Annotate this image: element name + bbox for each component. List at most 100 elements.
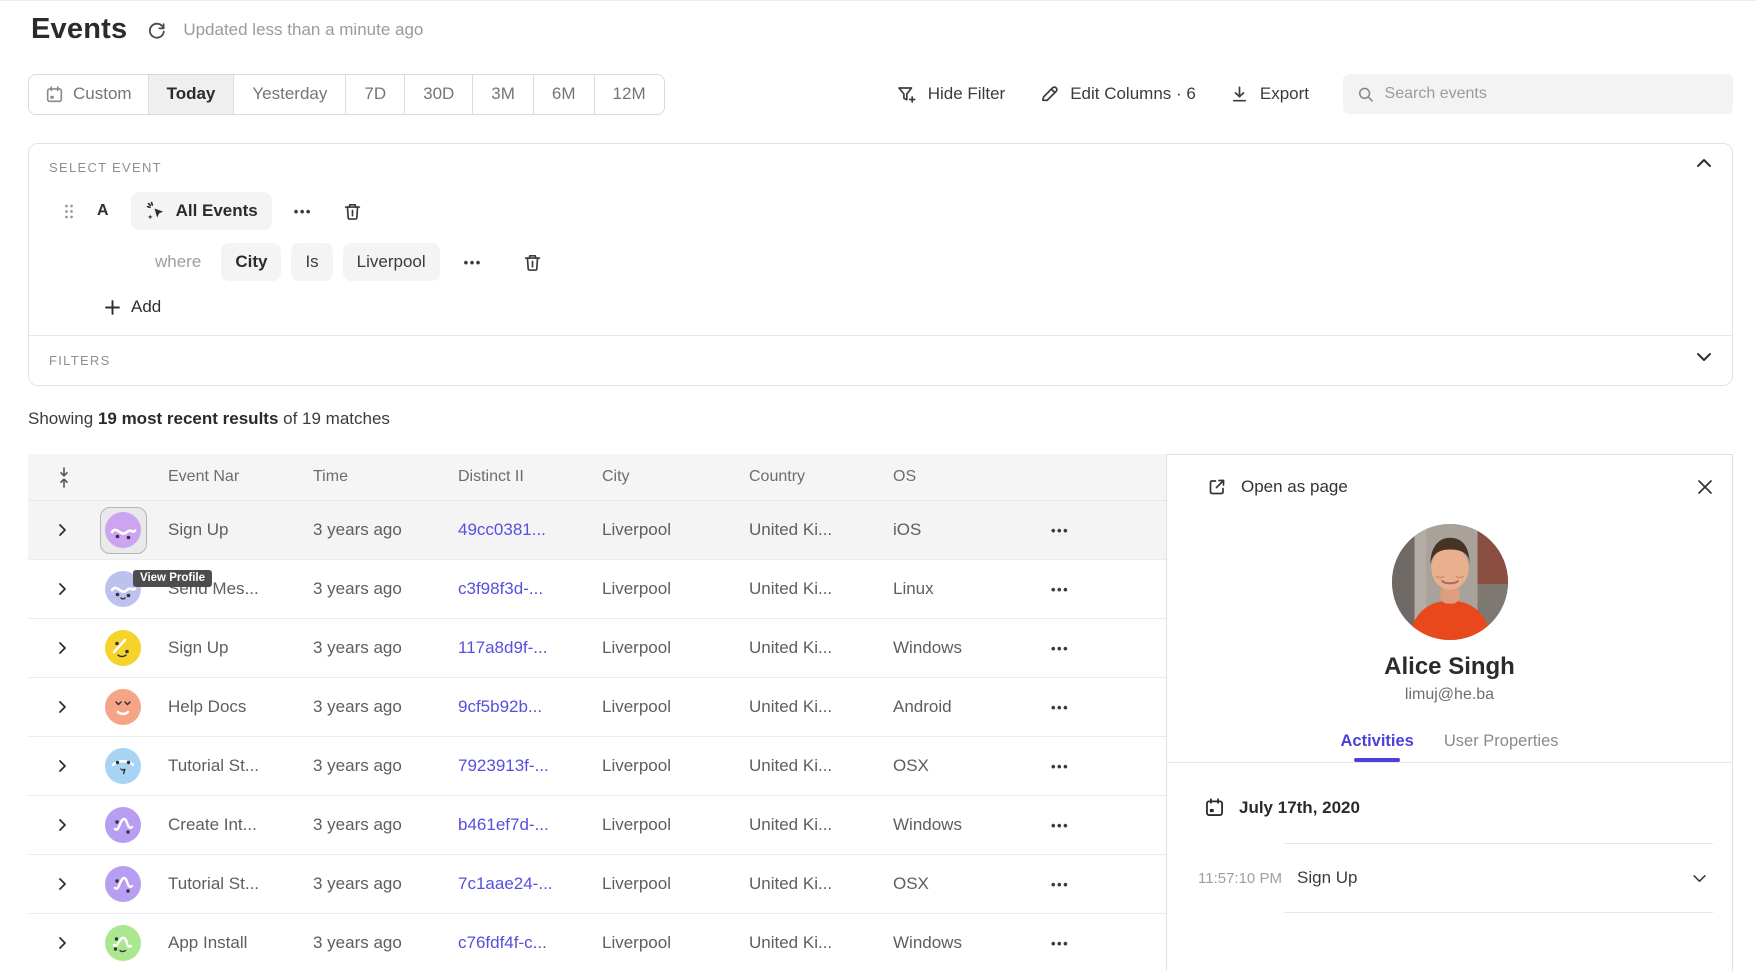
- view-profile-tooltip: View Profile: [133, 570, 212, 587]
- header-time[interactable]: Time: [299, 468, 444, 486]
- user-avatar[interactable]: [105, 748, 141, 784]
- select-event-section: SELECT EVENT A: [29, 144, 1732, 317]
- profile-panel: Open as page: [1166, 454, 1733, 971]
- activity-date-row: July 17th, 2020: [1204, 797, 1732, 818]
- filters-section[interactable]: FILTERS: [29, 335, 1732, 385]
- collapse-section-button[interactable]: [1696, 158, 1712, 168]
- event-name-cell: Tutorial St...: [154, 874, 299, 894]
- filter-icon: [896, 84, 917, 105]
- tab-activities[interactable]: Activities: [1341, 732, 1414, 762]
- distinct-id-link[interactable]: c76fdf4f-c...: [444, 933, 588, 953]
- pencil-icon: [1039, 84, 1059, 104]
- city-cell: Liverpool: [588, 697, 735, 717]
- activity-event-expander[interactable]: Sign Up: [1284, 843, 1713, 913]
- distinct-id-link[interactable]: 7c1aae24-...: [444, 874, 588, 894]
- event-clause-row: A All Events •••: [63, 192, 1712, 230]
- filters-label: FILTERS: [49, 353, 111, 368]
- event-name-cell: Sign Up: [154, 520, 299, 540]
- header-distinct-id[interactable]: Distinct II: [444, 468, 588, 486]
- event-selector-label: All Events: [176, 201, 258, 221]
- panel-tabs: Activities User Properties: [1167, 732, 1732, 763]
- row-expander[interactable]: [28, 641, 92, 655]
- distinct-id-link[interactable]: 49cc0381...: [444, 520, 588, 540]
- row-expander[interactable]: [28, 523, 92, 537]
- row-expander[interactable]: [28, 936, 92, 950]
- results-summary: Showing 19 most recent results of 19 mat…: [28, 409, 390, 429]
- header-event-name[interactable]: Event Nar: [154, 468, 299, 486]
- row-expander[interactable]: [28, 700, 92, 714]
- distinct-id-link[interactable]: 117a8d9f-...: [444, 638, 588, 658]
- country-cell: United Ki...: [735, 697, 879, 717]
- distinct-id-link[interactable]: b461ef7d-...: [444, 815, 588, 835]
- close-panel-button[interactable]: [1697, 479, 1713, 495]
- distinct-id-link[interactable]: 9cf5b92b...: [444, 697, 588, 717]
- drag-handle[interactable]: [63, 203, 75, 220]
- event-selector-chip[interactable]: All Events: [131, 192, 272, 230]
- range-label: 6M: [552, 84, 576, 104]
- delete-where-button[interactable]: [522, 252, 543, 273]
- avatar-hover-frame[interactable]: [100, 507, 147, 554]
- property-chip[interactable]: City: [221, 243, 281, 281]
- row-expander[interactable]: [28, 582, 92, 596]
- event-name-cell: Help Docs: [154, 697, 299, 717]
- time-cell: 3 years ago: [299, 638, 444, 658]
- profile-email: limuj@he.ba: [1167, 686, 1732, 704]
- refresh-button[interactable]: [147, 20, 167, 40]
- collapse-rows-button[interactable]: [28, 466, 92, 489]
- distinct-id-link[interactable]: c3f98f3d-...: [444, 579, 588, 599]
- city-cell: Liverpool: [588, 933, 735, 953]
- user-avatar[interactable]: [105, 689, 141, 725]
- operator-chip[interactable]: Is: [291, 243, 332, 281]
- search-input[interactable]: [1385, 85, 1719, 103]
- range-custom[interactable]: Custom: [29, 75, 148, 114]
- open-as-page-button[interactable]: Open as page: [1207, 477, 1348, 497]
- range-yesterday[interactable]: Yesterday: [233, 75, 345, 114]
- header-os[interactable]: OS: [879, 468, 1037, 486]
- chevron-down-icon: [1696, 352, 1712, 362]
- tab-label: User Properties: [1444, 732, 1559, 751]
- query-builder: SELECT EVENT A: [28, 143, 1733, 386]
- range-today[interactable]: Today: [148, 75, 234, 114]
- value-chip[interactable]: Liverpool: [343, 243, 440, 281]
- expand-filters-button[interactable]: [1696, 352, 1712, 362]
- header-country[interactable]: Country: [735, 468, 879, 486]
- property-label: City: [235, 252, 267, 272]
- os-cell: Android: [879, 697, 1037, 717]
- where-options-button[interactable]: •••: [464, 255, 482, 270]
- os-cell: OSX: [879, 874, 1037, 894]
- time-cell: 3 years ago: [299, 874, 444, 894]
- range-6m[interactable]: 6M: [533, 75, 594, 114]
- chevron-right-icon: [58, 700, 67, 714]
- country-cell: United Ki...: [735, 933, 879, 953]
- user-avatar[interactable]: [105, 630, 141, 666]
- hide-filter-button[interactable]: Hide Filter: [896, 84, 1005, 105]
- header-city[interactable]: City: [588, 468, 735, 486]
- row-expander[interactable]: [28, 818, 92, 832]
- tab-label: Activities: [1341, 732, 1414, 751]
- user-avatar[interactable]: [105, 925, 141, 961]
- range-7d[interactable]: 7D: [345, 75, 404, 114]
- range-30d[interactable]: 30D: [404, 75, 472, 114]
- event-name-cell: Tutorial St...: [154, 756, 299, 776]
- user-avatar[interactable]: [105, 807, 141, 843]
- tab-user-properties[interactable]: User Properties: [1444, 732, 1559, 762]
- row-expander[interactable]: [28, 759, 92, 773]
- range-3m[interactable]: 3M: [472, 75, 533, 114]
- value-label: Liverpool: [357, 252, 426, 272]
- add-clause-button[interactable]: Add: [105, 297, 161, 317]
- time-cell: 3 years ago: [299, 756, 444, 776]
- export-button[interactable]: Export: [1230, 84, 1309, 104]
- toolbar: Custom Today Yesterday 7D 30D 3M 6M 12M …: [28, 73, 1733, 115]
- user-avatar[interactable]: [105, 512, 141, 548]
- chevron-right-icon: [58, 582, 67, 596]
- distinct-id-link[interactable]: 7923913f-...: [444, 756, 588, 776]
- delete-event-button[interactable]: [342, 201, 363, 222]
- user-avatar[interactable]: [105, 866, 141, 902]
- event-options-button[interactable]: •••: [294, 204, 312, 219]
- edit-columns-button[interactable]: Edit Columns · 6: [1039, 84, 1196, 104]
- range-12m[interactable]: 12M: [594, 75, 664, 114]
- profile-photo: [1391, 523, 1509, 641]
- close-icon: [1697, 479, 1713, 495]
- row-expander[interactable]: [28, 877, 92, 891]
- page-header: Events Updated less than a minute ago: [31, 13, 423, 46]
